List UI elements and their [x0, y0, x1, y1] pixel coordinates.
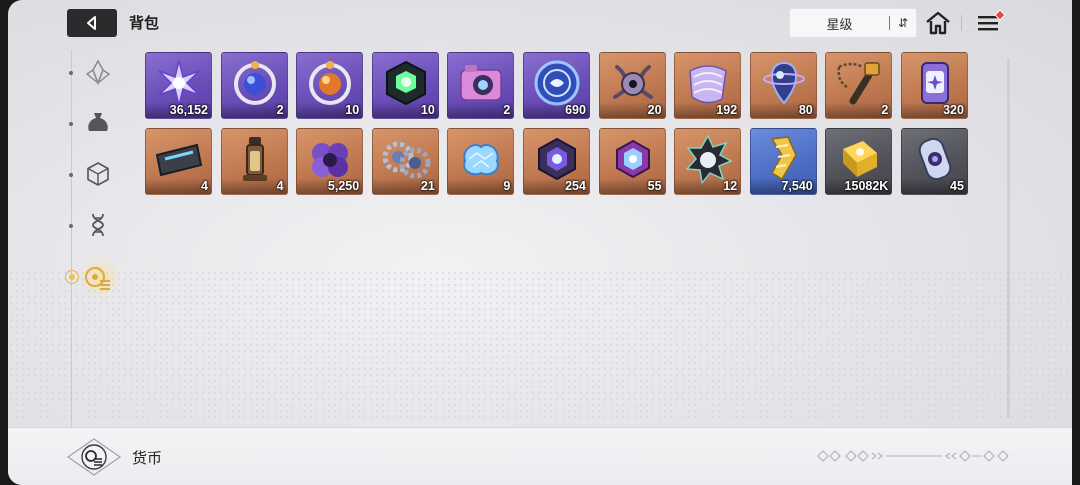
item-slot[interactable]: 254 — [522, 128, 590, 195]
item-quantity: 80 — [798, 103, 813, 117]
sidebar-tick — [69, 71, 73, 75]
item-quantity: 320 — [943, 103, 964, 117]
item-quantity: 5,250 — [327, 179, 360, 193]
item-slot[interactable]: 36,152 — [145, 52, 212, 119]
back-arrow-icon — [87, 16, 96, 30]
sidebar-tick — [69, 224, 73, 228]
item-slot[interactable]: 10 — [371, 52, 439, 119]
item-slot[interactable]: 2 — [220, 52, 288, 119]
item-quantity: 15082K — [844, 179, 889, 193]
item-quantity: 2 — [503, 103, 511, 117]
menu-icon[interactable] — [976, 9, 1006, 37]
item-quantity: 4 — [201, 179, 208, 193]
item-quantity: 254 — [565, 179, 586, 193]
item-grid: 36,152 2 10 10 2 690 20 192 80 2 320 4 4… — [145, 52, 975, 195]
home-icon[interactable] — [924, 9, 952, 37]
scrollbar[interactable] — [1007, 58, 1010, 418]
sidebar-item-pouch[interactable] — [82, 107, 114, 139]
back-button[interactable] — [67, 9, 117, 37]
item-quantity: 12 — [723, 179, 738, 193]
item-quantity: 10 — [345, 103, 360, 117]
item-slot[interactable]: 55 — [598, 128, 666, 195]
item-slot[interactable]: 5,250 — [296, 128, 364, 195]
pouch-icon — [88, 113, 108, 131]
crystal-icon — [85, 59, 111, 86]
item-quantity: 9 — [503, 179, 511, 193]
page-title: 背包 — [129, 15, 160, 32]
item-slot[interactable]: 320 — [900, 52, 968, 119]
sidebar-item-cube[interactable] — [82, 158, 114, 190]
cube-icon — [87, 162, 109, 186]
item-quantity: 7,540 — [781, 179, 813, 193]
item-slot[interactable]: 15082K — [825, 128, 893, 195]
item-slot[interactable]: 9 — [447, 128, 515, 195]
item-slot[interactable]: 80 — [749, 52, 817, 119]
sidebar-tick — [69, 173, 73, 177]
dot-pattern — [8, 270, 1072, 420]
item-quantity: 2 — [276, 103, 284, 117]
item-quantity: 4 — [276, 179, 284, 193]
item-slot[interactable]: 192 — [674, 52, 742, 119]
item-quantity: 36,152 — [169, 103, 208, 117]
item-slot[interactable]: 20 — [598, 52, 666, 119]
currency-icon — [85, 267, 110, 290]
item-slot[interactable]: 2 — [447, 52, 515, 119]
item-quantity: 2 — [881, 103, 889, 117]
sidebar-rail — [71, 50, 72, 430]
inventory-screen: 背包 星级 ⇵ 36,152 2 10 10 2 690 20 192 80 2… — [8, 0, 1072, 485]
item-slot[interactable]: 4 — [145, 128, 212, 195]
sort-label: 星级 — [826, 16, 853, 32]
item-slot[interactable]: 21 — [371, 128, 439, 195]
item-slot[interactable]: 10 — [296, 52, 364, 119]
item-slot[interactable]: 45 — [900, 128, 968, 195]
sidebar-item-dna[interactable] — [82, 209, 114, 241]
item-quantity: 55 — [647, 179, 662, 193]
item-quantity: 45 — [950, 179, 964, 193]
item-quantity: 192 — [716, 103, 738, 117]
item-slot[interactable]: 7,540 — [749, 128, 817, 195]
sidebar-item-crystal[interactable] — [82, 56, 114, 88]
item-quantity: 690 — [565, 103, 586, 117]
item-slot[interactable]: 12 — [674, 128, 742, 195]
item-slot[interactable]: 4 — [220, 128, 288, 195]
item-slot[interactable]: 690 — [522, 52, 590, 119]
dna-icon — [92, 213, 104, 237]
sort-dropdown[interactable]: 星级 ⇵ — [789, 8, 917, 38]
sort-order-toggle-icon[interactable]: ⇵ — [890, 16, 916, 30]
footer-decoration — [817, 450, 1009, 462]
item-quantity: 21 — [420, 179, 435, 193]
sidebar-tick — [69, 122, 73, 126]
header-divider — [961, 15, 962, 31]
footer-category-label: 货币 — [132, 450, 163, 467]
currency-category-icon — [66, 438, 122, 476]
sidebar-item-currency[interactable] — [82, 262, 114, 294]
sidebar-active-indicator — [65, 270, 79, 284]
item-quantity: 20 — [647, 103, 662, 117]
item-quantity: 10 — [420, 103, 435, 117]
item-slot[interactable]: 2 — [825, 52, 893, 119]
